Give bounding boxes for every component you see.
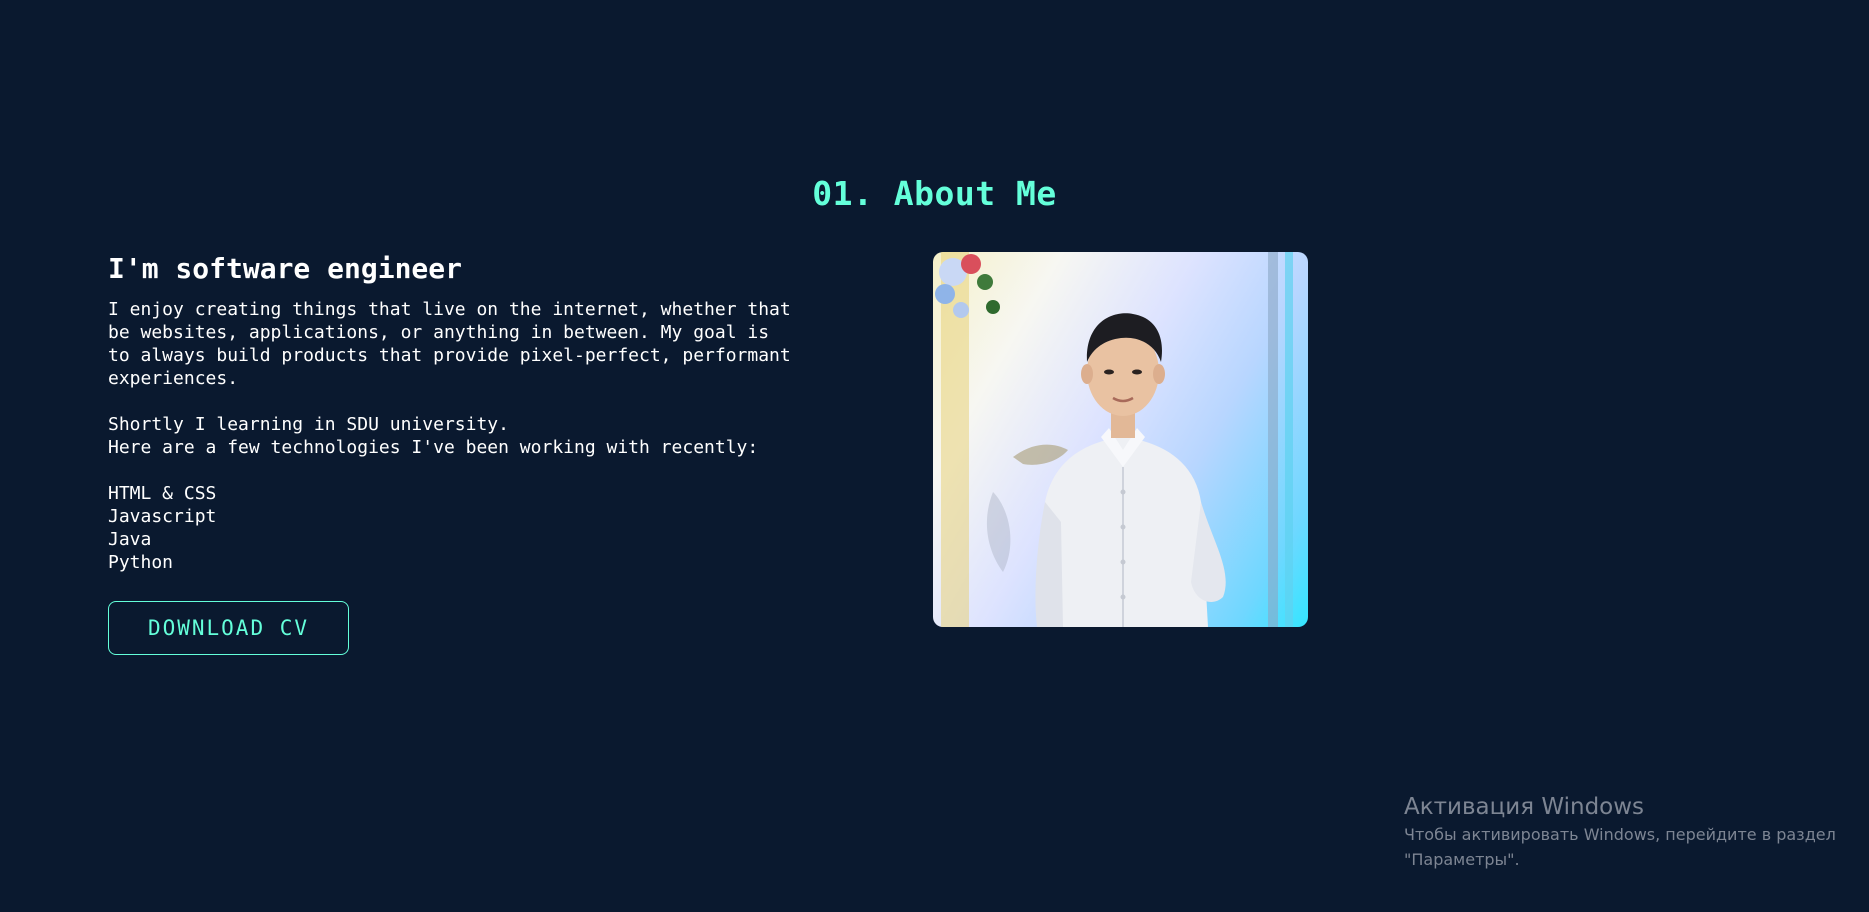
- technology-item: Java: [108, 529, 152, 550]
- about-text-block: I'm software engineer I enjoy creating t…: [108, 250, 828, 574]
- about-heading: I'm software engineer: [108, 252, 463, 285]
- portrait-illustration: [935, 252, 1293, 627]
- windows-activation-line-2: "Параметры".: [1404, 850, 1520, 869]
- about-paragraph-study: Shortly I learning in SDU university. He…: [108, 414, 759, 458]
- technology-item: Python: [108, 552, 174, 573]
- profile-photo: [933, 252, 1308, 627]
- download-cv-button[interactable]: DOWNLOAD CV: [108, 601, 349, 655]
- technology-item: Javascript: [108, 506, 217, 527]
- technology-list: HTML & CSS Javascript Java Python: [108, 482, 828, 574]
- technology-item: HTML & CSS: [108, 483, 217, 504]
- about-paragraph-intro: I enjoy creating things that live on the…: [108, 299, 791, 389]
- section-title: 01. About Me: [812, 174, 1057, 213]
- windows-activation-title: Активация Windows: [1404, 794, 1645, 820]
- windows-activation-line-1: Чтобы активировать Windows, перейдите в …: [1404, 825, 1836, 844]
- windows-activation-watermark: Активация Windows Чтобы активировать Win…: [1404, 792, 1836, 872]
